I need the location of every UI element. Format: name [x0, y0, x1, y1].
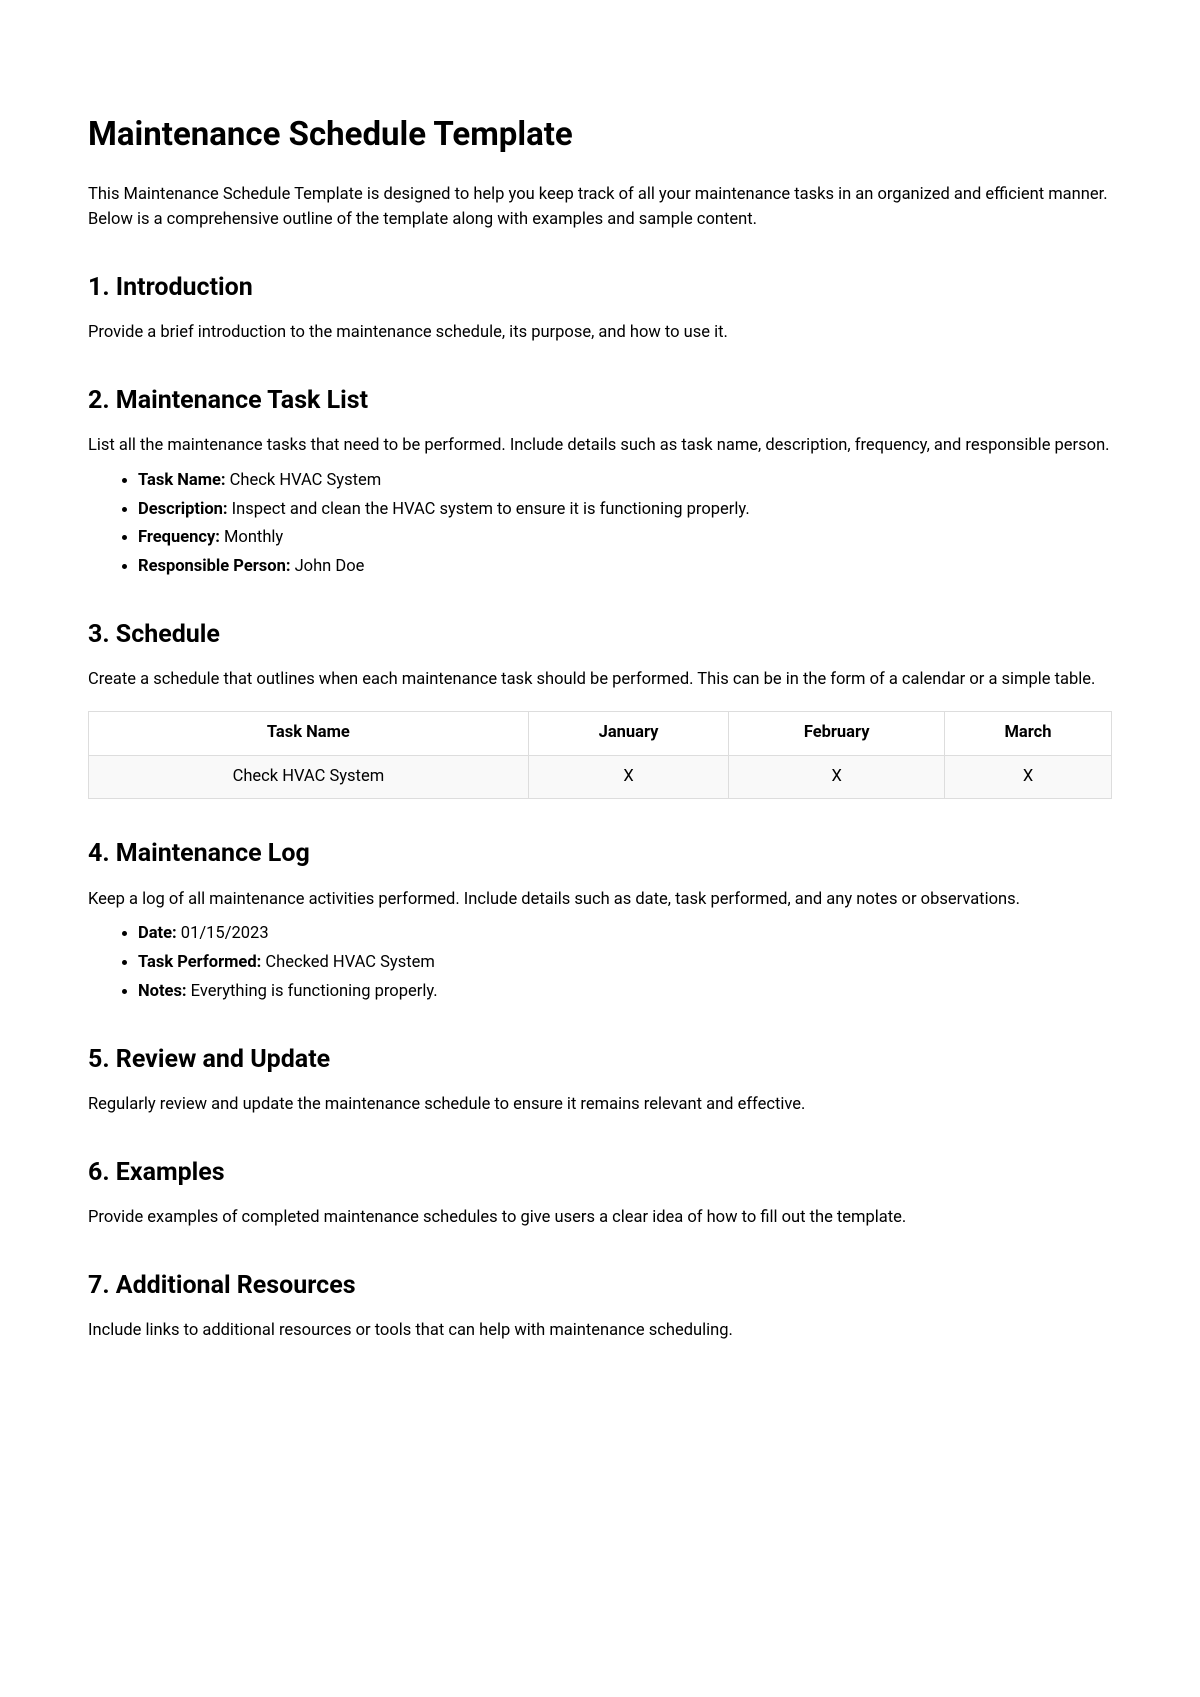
section-7-body: Include links to additional resources or…	[88, 1318, 1112, 1344]
list-item: Notes: Everything is functioning properl…	[138, 980, 1112, 1005]
table-cell: X	[945, 755, 1112, 799]
item-label: Responsible Person:	[138, 557, 290, 576]
list-item: Task Performed: Checked HVAC System	[138, 951, 1112, 976]
list-item: Frequency: Monthly	[138, 526, 1112, 551]
table-cell: X	[528, 755, 729, 799]
item-value: Check HVAC System	[226, 471, 382, 490]
section-5-body: Regularly review and update the maintena…	[88, 1092, 1112, 1118]
item-label: Notes:	[138, 982, 187, 1001]
item-value: Inspect and clean the HVAC system to ens…	[228, 500, 750, 519]
item-label: Date:	[138, 924, 177, 943]
section-2-body: List all the maintenance tasks that need…	[88, 433, 1112, 459]
section-5-heading: 5. Review and Update	[88, 1041, 1112, 1079]
section-1-body: Provide a brief introduction to the main…	[88, 320, 1112, 346]
section-4-heading: 4. Maintenance Log	[88, 835, 1112, 873]
table-header-cell: February	[729, 711, 945, 755]
table-header-cell: Task Name	[89, 711, 529, 755]
table-header-row: Task Name January February March	[89, 711, 1112, 755]
log-list: Date: 01/15/2023 Task Performed: Checked…	[88, 922, 1112, 1004]
item-value: Monthly	[220, 528, 283, 547]
item-label: Frequency:	[138, 528, 220, 547]
section-6-body: Provide examples of completed maintenanc…	[88, 1205, 1112, 1231]
section-1-heading: 1. Introduction	[88, 269, 1112, 307]
item-value: 01/15/2023	[177, 924, 269, 943]
item-value: Everything is functioning properly.	[187, 982, 438, 1001]
task-list: Task Name: Check HVAC System Description…	[88, 469, 1112, 580]
item-value: Checked HVAC System	[261, 953, 435, 972]
table-header-cell: January	[528, 711, 729, 755]
schedule-table: Task Name January February March Check H…	[88, 711, 1112, 800]
table-row: Check HVAC System X X X	[89, 755, 1112, 799]
list-item: Date: 01/15/2023	[138, 922, 1112, 947]
table-cell: Check HVAC System	[89, 755, 529, 799]
page-title: Maintenance Schedule Template	[88, 110, 1112, 160]
list-item: Task Name: Check HVAC System	[138, 469, 1112, 494]
section-3-heading: 3. Schedule	[88, 616, 1112, 654]
section-3-body: Create a schedule that outlines when eac…	[88, 667, 1112, 693]
section-6-heading: 6. Examples	[88, 1154, 1112, 1192]
list-item: Description: Inspect and clean the HVAC …	[138, 498, 1112, 523]
table-cell: X	[729, 755, 945, 799]
section-2-heading: 2. Maintenance Task List	[88, 382, 1112, 420]
item-label: Task Performed:	[138, 953, 261, 972]
section-4-body: Keep a log of all maintenance activities…	[88, 887, 1112, 913]
table-header-cell: March	[945, 711, 1112, 755]
list-item: Responsible Person: John Doe	[138, 555, 1112, 580]
item-label: Description:	[138, 500, 228, 519]
item-value: John Doe	[290, 557, 364, 576]
section-7-heading: 7. Additional Resources	[88, 1267, 1112, 1305]
intro-paragraph: This Maintenance Schedule Template is de…	[88, 182, 1112, 233]
item-label: Task Name:	[138, 471, 226, 490]
